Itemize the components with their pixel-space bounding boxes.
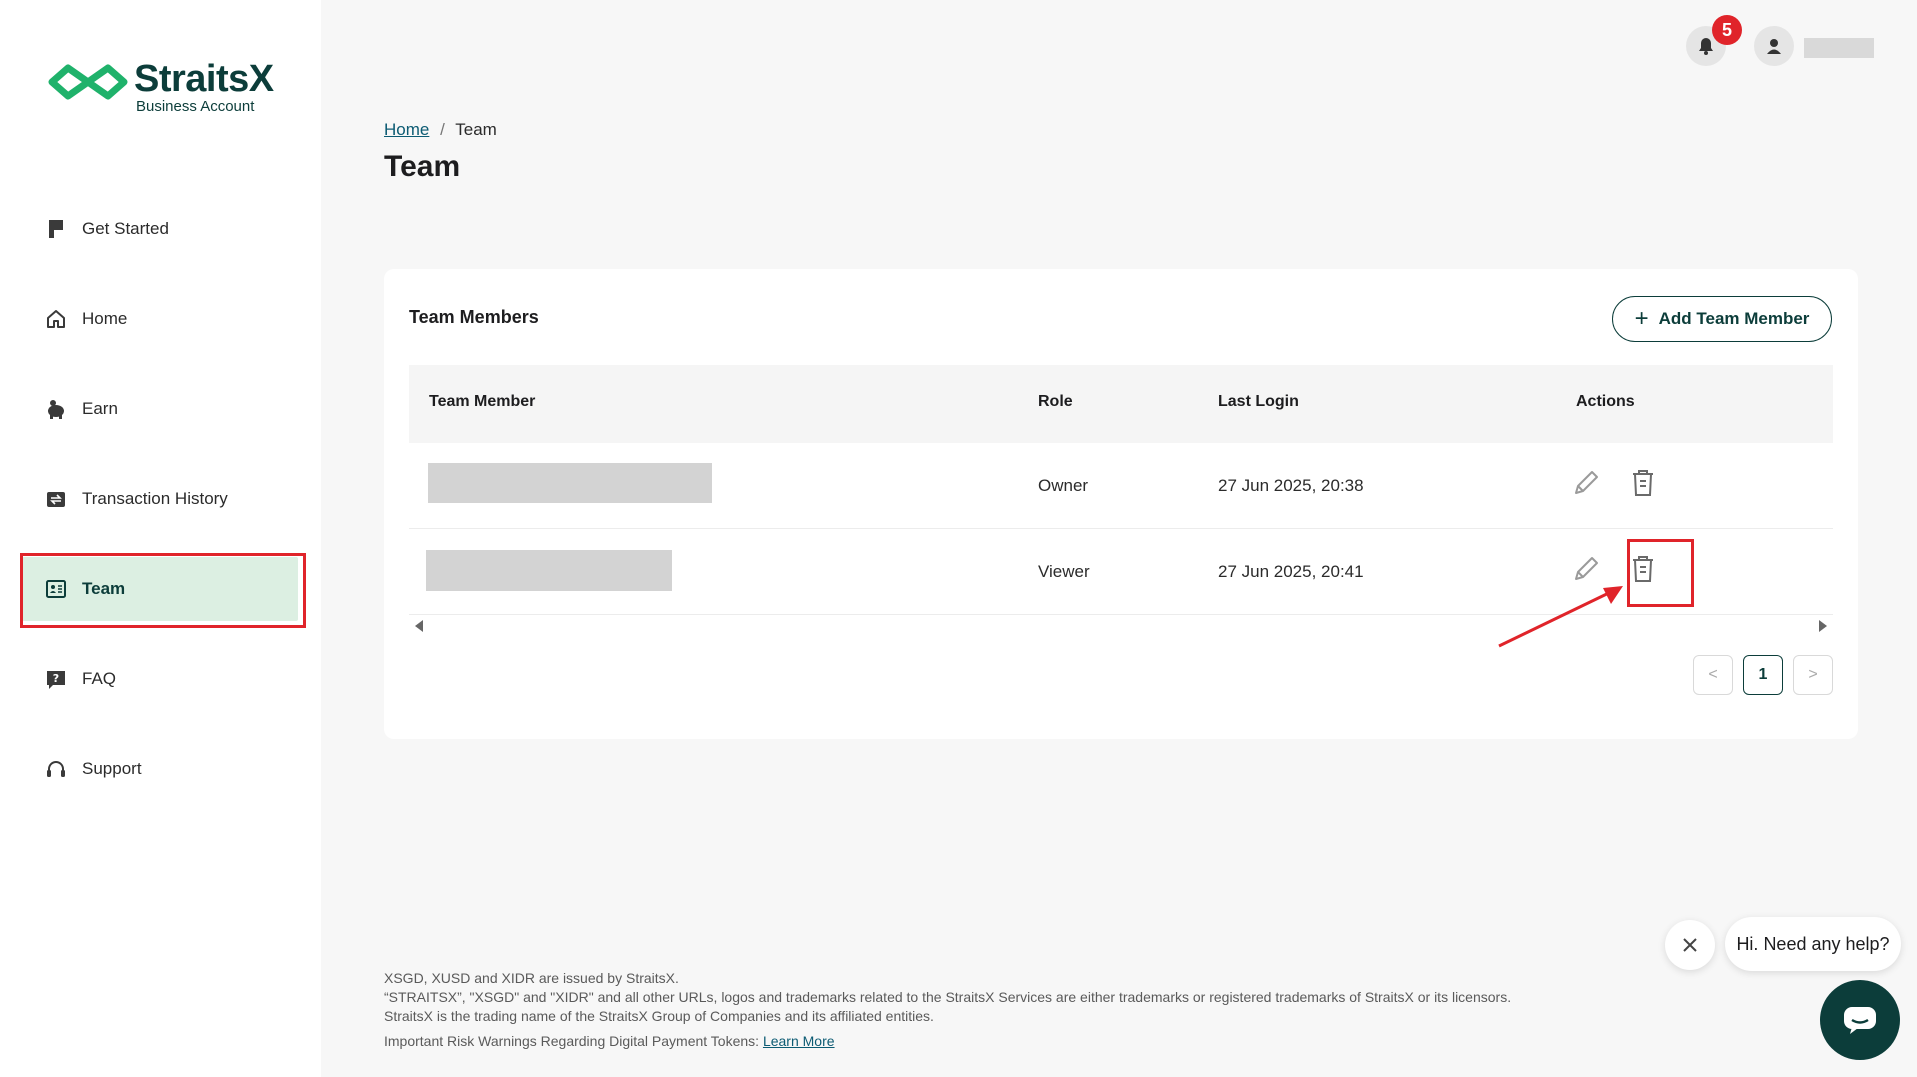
id-card-icon bbox=[44, 577, 68, 601]
scroll-right-icon[interactable] bbox=[1817, 619, 1829, 633]
sidebar-item-label: Team bbox=[82, 579, 126, 598]
edit-member-button[interactable] bbox=[1568, 465, 1604, 501]
svg-text:?: ? bbox=[53, 672, 59, 685]
plus-icon: + bbox=[1634, 305, 1649, 332]
sidebar-item-label: Home bbox=[82, 309, 128, 328]
member-role: Viewer bbox=[1038, 562, 1090, 581]
card-title: Team Members bbox=[409, 307, 539, 327]
pagination-page-1[interactable]: 1 bbox=[1743, 655, 1783, 695]
column-header-role[interactable]: Role bbox=[1038, 393, 1073, 411]
piggy-bank-icon bbox=[44, 397, 68, 421]
table-header: Team Member Role Last Login Actions bbox=[409, 365, 1833, 443]
sidebar-item-label: Transaction History bbox=[82, 489, 228, 508]
flag-icon bbox=[44, 217, 68, 241]
sidebar-item-home[interactable]: Home bbox=[22, 287, 298, 351]
risk-warning-text: Important Risk Warnings Regarding Digita… bbox=[384, 1033, 760, 1049]
home-icon bbox=[44, 307, 68, 331]
column-header-team-member[interactable]: Team Member bbox=[429, 393, 535, 411]
footer: XSGD, XUSD and XIDR are issued by Strait… bbox=[384, 969, 1511, 1051]
help-close-button[interactable] bbox=[1665, 920, 1715, 970]
sidebar-item-label: FAQ bbox=[82, 669, 117, 688]
column-header-actions: Actions bbox=[1576, 393, 1635, 410]
member-last-login: 27 Jun 2025, 20:38 bbox=[1218, 476, 1364, 495]
sidebar-item-label: Get Started bbox=[82, 219, 169, 238]
notification-badge: 5 bbox=[1712, 15, 1742, 45]
sidebar-item-get-started[interactable]: Get Started bbox=[22, 197, 298, 261]
sidebar-item-label: Earn bbox=[82, 399, 118, 418]
member-name-redacted bbox=[428, 463, 712, 503]
footer-trademark-line: “STRAITSX”, "XSGD" and "XIDR" and all ot… bbox=[384, 989, 1512, 1005]
chat-launcher-button[interactable] bbox=[1820, 980, 1900, 1060]
footer-issuer-line: XSGD, XUSD and XIDR are issued by Strait… bbox=[384, 970, 679, 986]
sidebar-item-label: Support bbox=[82, 759, 142, 778]
help-message-bubble[interactable]: Hi. Need any help? bbox=[1725, 917, 1901, 971]
footer-trading-name-line: StraitsX is the trading name of the Stra… bbox=[384, 1008, 934, 1024]
trash-icon bbox=[1633, 470, 1653, 496]
breadcrumb-home-link[interactable]: Home bbox=[384, 120, 429, 139]
annotation-arrow bbox=[1498, 586, 1623, 648]
member-name-redacted bbox=[426, 550, 672, 591]
user-name-redacted[interactable] bbox=[1804, 38, 1874, 58]
pagination-next-button[interactable]: > bbox=[1793, 655, 1833, 695]
chat-icon bbox=[1844, 1007, 1876, 1034]
page-title: Team bbox=[384, 150, 461, 183]
user-icon bbox=[1767, 39, 1781, 54]
sidebar: StraitsX Business Account Get Started Ho… bbox=[0, 0, 321, 1077]
sidebar-item-transaction-history[interactable]: Transaction History bbox=[22, 467, 298, 531]
sidebar-item-team[interactable]: Team bbox=[22, 557, 298, 621]
bell-icon bbox=[1699, 38, 1713, 55]
straitsx-logo[interactable]: StraitsX Business Account bbox=[46, 56, 286, 116]
logo-mark-icon bbox=[48, 64, 128, 100]
add-team-member-button[interactable]: + Add Team Member bbox=[1612, 296, 1832, 342]
delete-member-button[interactable] bbox=[1625, 465, 1661, 501]
breadcrumb-current: Team bbox=[455, 120, 497, 139]
scroll-left-icon[interactable] bbox=[413, 619, 425, 633]
brand-name: StraitsX bbox=[134, 58, 274, 100]
headset-icon bbox=[44, 757, 68, 781]
sidebar-item-faq[interactable]: ? FAQ bbox=[22, 647, 298, 711]
breadcrumb-separator: / bbox=[440, 120, 445, 139]
sidebar-item-support[interactable]: Support bbox=[22, 737, 298, 801]
breadcrumb: Home / Team bbox=[384, 120, 497, 140]
team-members-card: Team Members + Add Team Member Team Memb… bbox=[384, 269, 1858, 739]
brand-subtitle: Business Account bbox=[136, 98, 255, 115]
close-icon bbox=[1683, 938, 1697, 952]
pagination-prev-button[interactable]: < bbox=[1693, 655, 1733, 695]
sidebar-item-earn[interactable]: Earn bbox=[22, 377, 298, 441]
add-team-member-label: Add Team Member bbox=[1658, 309, 1810, 328]
pencil-icon bbox=[1575, 471, 1598, 494]
member-role: Owner bbox=[1038, 476, 1089, 495]
table-row: Owner 27 Jun 2025, 20:38 bbox=[409, 443, 1833, 529]
question-icon: ? bbox=[44, 667, 68, 691]
avatar[interactable] bbox=[1754, 26, 1794, 66]
column-header-last-login[interactable]: Last Login bbox=[1218, 393, 1299, 411]
footer-risk-warning: Important Risk Warnings Regarding Digita… bbox=[384, 1032, 1511, 1051]
transaction-icon bbox=[44, 487, 68, 511]
member-last-login: 27 Jun 2025, 20:41 bbox=[1218, 562, 1364, 581]
learn-more-link[interactable]: Learn More bbox=[763, 1033, 835, 1049]
